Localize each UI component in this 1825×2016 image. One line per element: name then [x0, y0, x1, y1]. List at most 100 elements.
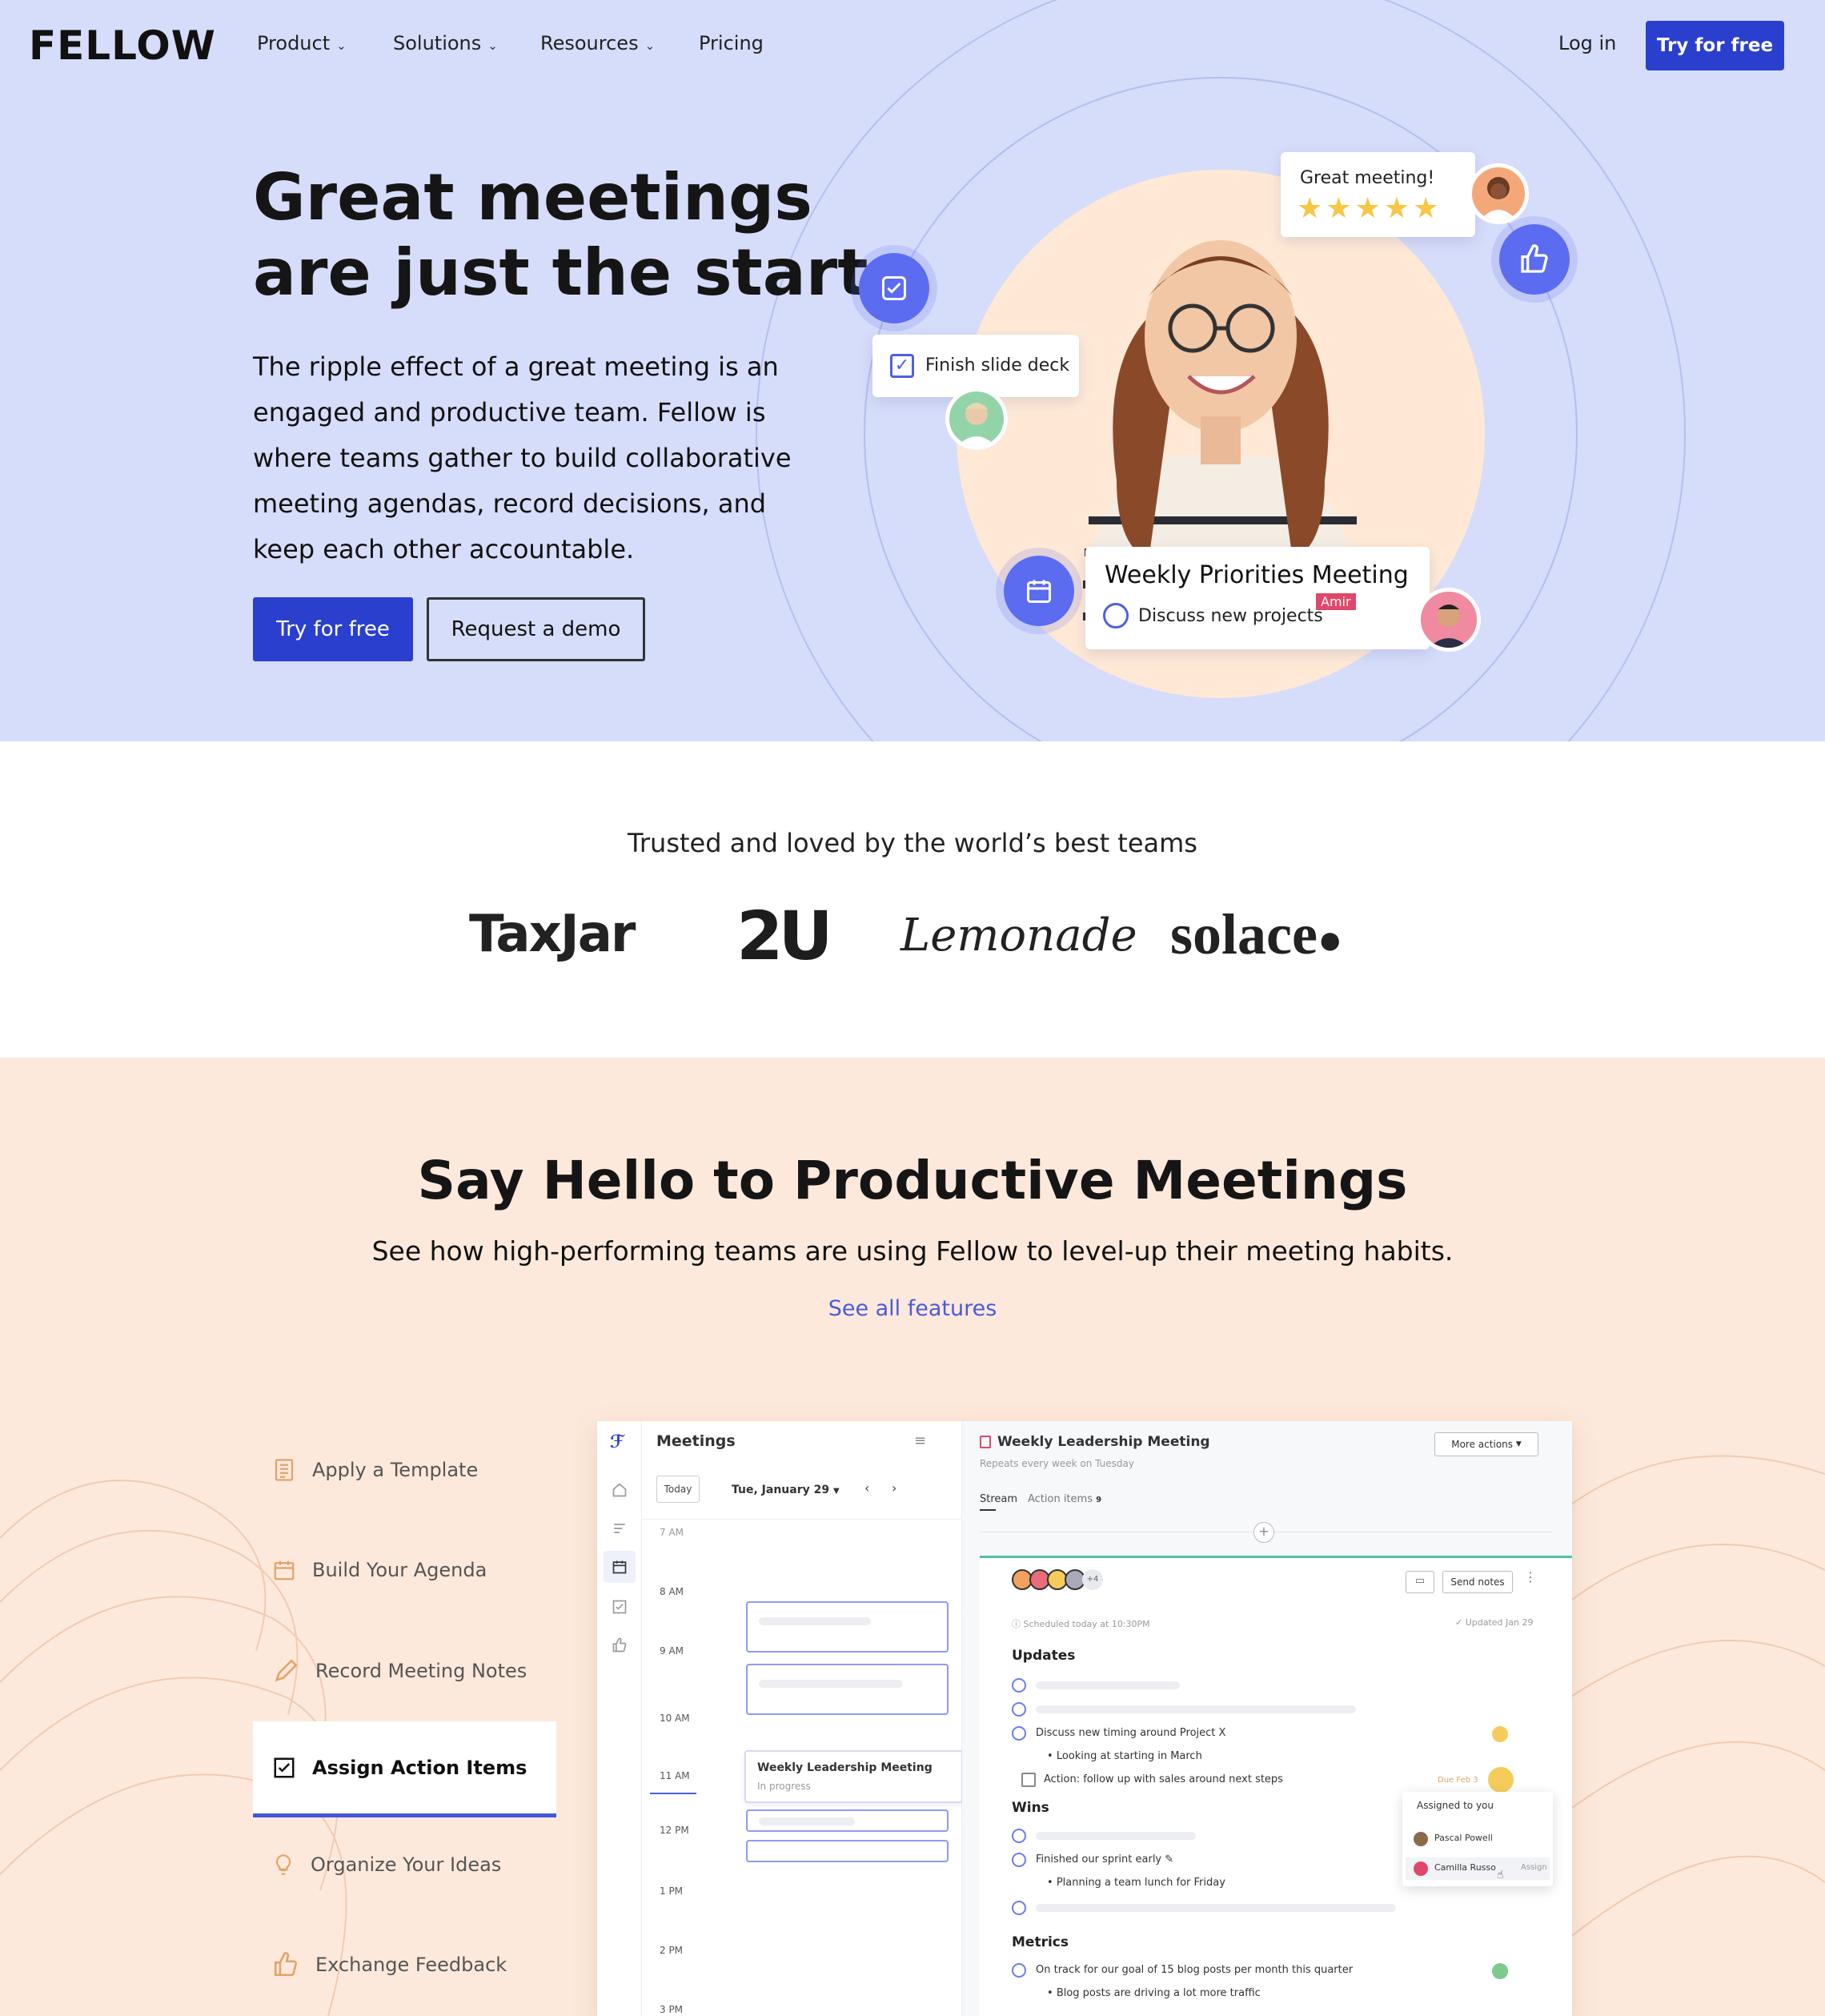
metrics-item: On track for our goal of 15 blog posts p…	[1036, 1964, 1354, 1976]
meeting-detail-title: Weekly Leadership Meeting	[997, 1434, 1210, 1450]
assign-link[interactable]: Assign	[1521, 1863, 1547, 1872]
calendar-event[interactable]	[746, 1664, 949, 1715]
action-item: Action: follow up with sales around next…	[1044, 1773, 1283, 1785]
nav-pricing[interactable]: Pricing	[699, 32, 764, 54]
menu-icon[interactable]: ≡	[914, 1432, 926, 1449]
more-attendees-count: +4	[1082, 1569, 1103, 1590]
nav-resources[interactable]: Resources ⌄	[540, 32, 655, 54]
check-circle-icon[interactable]	[1012, 1901, 1026, 1915]
tab-stream[interactable]: Stream	[980, 1493, 1017, 1505]
thumbs-up-icon[interactable]	[612, 1637, 628, 1653]
assign-popup: Assigned to you Pascal Powell Camilla Ru…	[1402, 1792, 1553, 1886]
feature-exchange-feedback[interactable]: Exchange Feedback	[272, 1951, 507, 1978]
check-circle-icon[interactable]	[1012, 1678, 1026, 1693]
see-all-features-link[interactable]: See all features	[0, 1296, 1825, 1321]
caret-down-icon: ▼	[832, 1487, 840, 1496]
pencil-icon	[275, 1659, 298, 1682]
meetings-rail-active[interactable]	[604, 1551, 636, 1583]
tab-action-items-label: Action items	[1028, 1493, 1093, 1505]
hero-section: FELLOW Product ⌄ Solutions ⌄ Resources ⌄ Pr…	[0, 0, 1825, 741]
nav-product[interactable]: Product ⌄	[257, 32, 347, 54]
template-icon	[275, 1459, 294, 1481]
add-icon[interactable]: +	[1253, 1522, 1274, 1543]
solace-logo: solace●	[1170, 902, 1343, 966]
feature-build-agenda[interactable]: Build Your Agenda	[272, 1557, 487, 1583]
more-actions-dropdown[interactable]: More actions ▼	[1434, 1432, 1538, 1456]
calendar-event[interactable]	[746, 1601, 949, 1653]
prev-day-icon[interactable]: ‹	[864, 1480, 869, 1496]
hero-try-free-button[interactable]: Try for free	[253, 597, 413, 661]
home-icon[interactable]	[612, 1482, 628, 1498]
fellow-app-logo-icon[interactable]: ℱ	[610, 1432, 624, 1452]
time-label: 3 PM	[660, 2004, 684, 2015]
next-day-icon[interactable]: ›	[892, 1480, 896, 1496]
feature-label: Record Meeting Notes	[315, 1660, 527, 1682]
more-options-icon[interactable]: ⋮	[1524, 1569, 1537, 1584]
placeholder-bar	[759, 1680, 903, 1688]
task-card-text: Finish slide deck	[925, 355, 1070, 375]
scheduled-text-value: Scheduled today at 10:30PM	[1023, 1619, 1150, 1629]
avatar	[1486, 1765, 1516, 1795]
time-label: 12 PM	[660, 1825, 689, 1836]
meetings-title: Meetings	[656, 1432, 736, 1450]
feature-record-notes[interactable]: Record Meeting Notes	[272, 1657, 527, 1685]
login-link[interactable]: Log in	[1558, 32, 1616, 54]
avatar	[1414, 1861, 1428, 1876]
attendee-avatars[interactable]: +4	[1012, 1569, 1103, 1590]
check-circle-icon[interactable]	[1012, 1726, 1026, 1741]
event-weekly-leadership[interactable]: Weekly Leadership Meeting In progress	[744, 1750, 963, 1803]
placeholder-bar	[759, 1817, 855, 1825]
checkbox-unchecked-icon[interactable]	[1021, 1773, 1036, 1787]
check-circle-icon[interactable]	[1012, 1853, 1026, 1867]
meeting-detail-panel: Weekly Leadership Meeting Repeats every …	[962, 1421, 1572, 2016]
calendar-event[interactable]	[746, 1809, 949, 1832]
due-date: Due Feb 3	[1438, 1776, 1478, 1785]
collaborator-avatar	[1417, 588, 1481, 652]
today-button[interactable]: Today	[656, 1476, 700, 1503]
calendar-page-icon	[980, 1436, 991, 1448]
time-label: 2 PM	[660, 1945, 684, 1956]
assign-option[interactable]: Camilla Russo	[1434, 1862, 1496, 1873]
cursor-icon: ☝	[1497, 1869, 1504, 1881]
repeats-text: Repeats every week on Tuesday	[980, 1458, 1134, 1469]
assign-option[interactable]: Pascal Powell	[1434, 1833, 1493, 1843]
date-picker[interactable]: Tue, January 29 ▼	[732, 1484, 840, 1496]
solace-logo-text: solace	[1170, 902, 1318, 966]
update-bullet-text: Looking at starting in March	[1056, 1750, 1202, 1762]
checkbox-icon	[859, 253, 929, 323]
assignee-avatar	[945, 388, 1008, 450]
nav-resources-label: Resources	[540, 32, 639, 54]
current-time-line	[650, 1793, 696, 1794]
request-demo-button[interactable]: Request a demo	[427, 597, 645, 661]
app-icon-rail: ℱ	[597, 1421, 642, 2016]
wins-bullet: • Planning a team lunch for Friday	[1047, 1877, 1225, 1889]
rating-card-text: Great meeting!	[1300, 168, 1435, 188]
check-circle-icon[interactable]	[1012, 1829, 1026, 1843]
send-notes-button[interactable]: Send notes	[1442, 1571, 1513, 1593]
taxjar-logo-text: TaxJar	[469, 905, 636, 964]
nav-product-label: Product	[257, 32, 331, 54]
feature-assign-action-items[interactable]: Assign Action Items	[253, 1721, 556, 1817]
chevron-down-icon: ⌄	[487, 38, 498, 53]
placeholder-bar	[1036, 1832, 1196, 1840]
time-label: 1 PM	[660, 1885, 684, 1897]
check-circle-icon[interactable]	[1012, 1963, 1026, 1978]
feature-label: Apply a Template	[312, 1459, 479, 1481]
notes-icon[interactable]	[612, 1520, 628, 1536]
check-circle-icon[interactable]	[1012, 1702, 1026, 1717]
event-status: In progress	[757, 1781, 811, 1792]
tab-action-items[interactable]: Action items 9	[1028, 1493, 1101, 1505]
hero-title: Great meetings are just the start.	[253, 160, 892, 311]
section-updates: Updates	[1012, 1648, 1076, 1664]
checkbox-icon[interactable]	[612, 1599, 628, 1615]
chevron-down-icon: ⌄	[336, 38, 347, 53]
video-icon[interactable]: ▭	[1406, 1571, 1434, 1593]
feature-organize-ideas[interactable]: Organize Your Ideas	[272, 1851, 501, 1878]
nav-try-free-button[interactable]: Try for free	[1646, 21, 1784, 70]
feature-apply-template[interactable]: Apply a Template	[272, 1457, 478, 1483]
calendar-event[interactable]	[746, 1840, 949, 1862]
nav-solutions[interactable]: Solutions ⌄	[393, 32, 498, 54]
wins-bullet-text: Planning a team lunch for Friday	[1056, 1877, 1225, 1889]
time-label: 8 AM	[660, 1586, 684, 1597]
fellow-logo[interactable]: FELLOW	[29, 22, 216, 69]
